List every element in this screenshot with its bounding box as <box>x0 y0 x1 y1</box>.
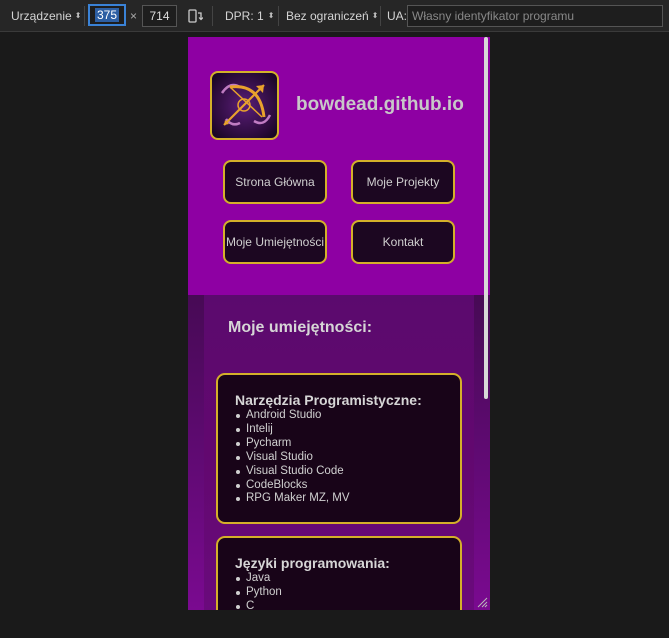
skills-heading: Moje umiejętności: <box>228 319 373 336</box>
caret-icon: ⬍ <box>267 11 275 20</box>
list-item: Pycharm <box>236 437 350 451</box>
list-item: RPG Maker MZ, MV <box>236 492 350 505</box>
list-item: Visual Studio <box>236 451 350 465</box>
height-value: 714 <box>149 9 170 23</box>
nav-skills-button[interactable]: Moje Umiejętności <box>223 220 327 264</box>
site-logo[interactable] <box>210 71 279 140</box>
divider <box>212 6 213 26</box>
site-title[interactable]: bowdead.github.io <box>296 94 464 116</box>
nav-home-button[interactable]: Strona Główna <box>223 160 327 204</box>
bow-arrow-logo <box>220 83 272 126</box>
throttle-label: Bez ograniczeń <box>286 9 369 23</box>
device-toolbar: Urządzenie ⬍ 375 × 714 DPR: 1 ⬍ Bez ogra… <box>0 0 669 32</box>
ua-placeholder: Własny identyfikator programu <box>412 9 575 23</box>
width-input[interactable]: 375 <box>88 4 126 26</box>
divider <box>380 6 381 26</box>
languages-card: Języki programowania: Java Python C <box>216 536 462 610</box>
card-title: Narzędzia Programistyczne: <box>235 392 422 408</box>
width-value: 375 <box>94 8 120 22</box>
emulated-viewport: bowdead.github.io Strona Główna Moje Pro… <box>188 37 490 610</box>
card-title: Języki programowania: <box>235 555 390 571</box>
list-item: C <box>236 600 282 610</box>
device-select[interactable]: Urządzenie ⬍ <box>0 9 84 23</box>
ua-label: UA: <box>387 9 408 23</box>
list-item: CodeBlocks <box>236 479 350 493</box>
divider <box>278 6 279 26</box>
resize-handle-icon[interactable] <box>474 594 488 608</box>
tools-card: Narzędzia Programistyczne: Android Studi… <box>216 373 462 524</box>
languages-list: Java Python C <box>236 572 282 610</box>
caret-icon: ⬍ <box>371 11 379 20</box>
user-agent-input[interactable]: Własny identyfikator programu <box>407 5 663 27</box>
scrollbar-thumb[interactable] <box>484 37 488 399</box>
list-item: Intelij <box>236 423 350 437</box>
site-header: bowdead.github.io Strona Główna Moje Pro… <box>188 37 490 295</box>
dpr-label: DPR: 1 <box>225 9 264 23</box>
caret-icon: ⬍ <box>74 10 82 20</box>
throttle-select[interactable]: Bez ograniczeń ⬍ <box>286 9 378 23</box>
tools-list: Android Studio Intelij Pycharm Visual St… <box>236 409 350 506</box>
rotate-icon[interactable] <box>187 8 203 24</box>
divider <box>84 6 85 26</box>
list-item: Python <box>236 585 282 598</box>
nav-projects-button[interactable]: Moje Projekty <box>351 160 455 204</box>
list-item: Java <box>236 572 282 586</box>
height-input[interactable]: 714 <box>142 5 177 27</box>
device-label: Urządzenie <box>11 8 72 23</box>
dpr-select[interactable]: DPR: 1 ⬍ <box>225 9 274 23</box>
list-item: Android Studio <box>236 409 350 423</box>
dimension-separator: × <box>130 9 138 23</box>
list-item: Visual Studio Code <box>236 465 350 479</box>
nav-contact-button[interactable]: Kontakt <box>351 220 455 264</box>
